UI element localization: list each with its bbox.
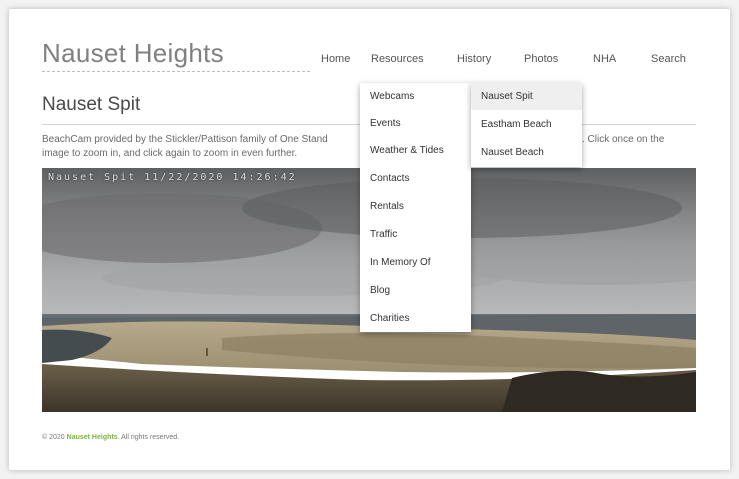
footer-copyright: © 2020 (42, 434, 65, 441)
submenu-item-nauset-beach[interactable]: Nauset Beach (481, 147, 544, 158)
nav-home[interactable]: Home (321, 53, 350, 65)
nav-nha[interactable]: NHA (593, 53, 616, 65)
menu-item-blog[interactable]: Blog (370, 285, 390, 296)
footer: © 2020 Nauset Heights. All rights reserv… (42, 434, 179, 441)
page-description: BeachCam provided by the Stickler/Pattis… (42, 133, 372, 161)
menu-item-weather-tides[interactable]: Weather & Tides (370, 145, 444, 156)
page-heading: Nauset Spit (42, 94, 141, 115)
webcam-timestamp: Nauset Spit 11/22/2020 14:26:42 (48, 172, 297, 183)
description-line-1: BeachCam provided by the Stickler/Pattis… (42, 134, 328, 145)
nav-photos[interactable]: Photos (524, 53, 558, 65)
description-line-2: image to zoom in, and click again to zoo… (42, 148, 298, 159)
nav-history[interactable]: History (457, 53, 491, 65)
menu-item-traffic[interactable]: Traffic (370, 229, 397, 240)
submenu-item-nauset-spit[interactable]: Nauset Spit (481, 91, 533, 102)
description-continuation: . Click once on the (582, 134, 665, 145)
menu-item-contacts[interactable]: Contacts (370, 173, 409, 184)
top-navigation: Home Resources History Photos NHA Search (0, 53, 739, 73)
footer-rights: . All rights reserved. (117, 434, 180, 441)
menu-item-webcams[interactable]: Webcams (370, 91, 414, 102)
menu-item-rentals[interactable]: Rentals (370, 201, 404, 212)
webcams-submenu: Nauset Spit Eastham Beach Nauset Beach (471, 83, 582, 167)
resources-dropdown: Webcams Events Weather & Tides Contacts … (360, 83, 471, 332)
submenu-item-eastham-beach[interactable]: Eastham Beach (481, 119, 552, 130)
menu-item-events[interactable]: Events (370, 118, 401, 129)
menu-item-in-memory-of[interactable]: In Memory Of (370, 257, 431, 268)
footer-brand-link[interactable]: Nauset Heights (67, 434, 118, 441)
nav-search[interactable]: Search (651, 53, 686, 65)
nav-resources[interactable]: Resources (371, 53, 424, 65)
menu-item-charities[interactable]: Charities (370, 313, 409, 324)
